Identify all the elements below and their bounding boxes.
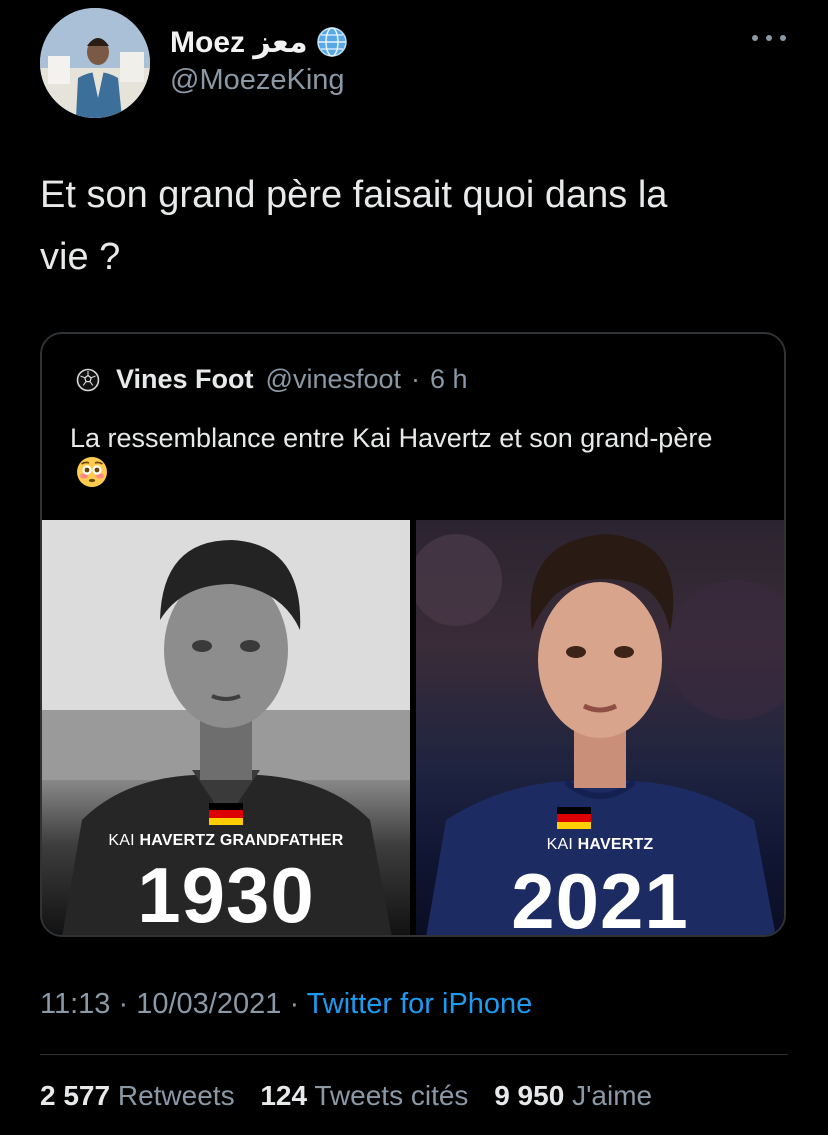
tweet-stats: 2 577 Retweets 124 Tweets cités 9 950 J'… [40, 1080, 670, 1112]
tweet-text: Et son grand père faisait quoi dans la v… [40, 174, 668, 278]
havertz-year: 2021 [511, 857, 689, 937]
flushed-face-emoji [76, 456, 108, 497]
grandfather-caption-prefix: KAI [108, 832, 135, 849]
tweet-date[interactable]: 10/03/2021 [136, 988, 281, 1020]
soccer-ball-icon[interactable] [76, 367, 100, 392]
tweet-time[interactable]: 11:13 [40, 988, 110, 1020]
retweets-stat[interactable]: 2 577 Retweets [40, 1080, 242, 1111]
more-options-icon[interactable] [752, 28, 786, 48]
media-grid: KAI HAVERTZ GRANDFATHER 1930 KAI HAVERTZ… [42, 520, 784, 937]
quoted-tweet-card[interactable]: Vines Foot @vinesfoot · 6 h La ressembla… [40, 332, 786, 937]
quoted-tweet-text-block: La ressemblance entre Kai Havertz et son… [70, 420, 750, 497]
havertz-caption-prefix: KAI [546, 836, 573, 853]
retweets-count: 2 577 [40, 1080, 111, 1111]
grandfather-caption-bold: HAVERTZ GRANDFATHER [139, 832, 344, 849]
grandfather-year: 1930 [137, 851, 315, 937]
media-image-havertz[interactable]: KAI HAVERTZ 2021 [416, 520, 784, 937]
quoted-author-name[interactable]: Vines Foot [116, 364, 254, 395]
tweet-meta: 11:13 · 10/03/2021 · Twitter for iPhone [40, 988, 532, 1021]
likes-count: 9 950 [494, 1080, 565, 1111]
quotes-label: Tweets cités [314, 1080, 469, 1111]
divider [40, 1054, 788, 1055]
meta-separator: · [118, 988, 129, 1020]
media-image-grandfather[interactable]: KAI HAVERTZ GRANDFATHER 1930 [42, 520, 410, 937]
grandfather-caption: KAI HAVERTZ GRANDFATHER [42, 832, 410, 850]
author-handle[interactable]: @MoezeKing [170, 64, 345, 97]
author-name-row: Moez معز [170, 24, 348, 60]
german-flag-icon [557, 807, 591, 829]
quoted-separator: · [411, 364, 421, 394]
german-flag-icon [209, 803, 243, 825]
havertz-caption-bold: HAVERTZ [577, 836, 654, 853]
quoted-tweet-header: Vines Foot @vinesfoot · 6 h [76, 364, 468, 395]
avatar-photo [40, 8, 150, 118]
likes-stat[interactable]: 9 950 J'aime [494, 1080, 652, 1111]
author-display-name[interactable]: Moez معز [170, 25, 308, 60]
havertz-caption: KAI HAVERTZ [416, 836, 784, 854]
quoted-timestamp[interactable]: 6 h [430, 364, 468, 395]
tweet-source-link[interactable]: Twitter for iPhone [307, 988, 533, 1020]
retweets-label: Retweets [117, 1080, 235, 1111]
meta-separator-2: · [289, 988, 300, 1020]
quotes-stat[interactable]: 124 Tweets cités [260, 1080, 476, 1111]
quotes-count: 124 [260, 1080, 308, 1111]
quoted-tweet-text: La ressemblance entre Kai Havertz et son… [70, 423, 713, 453]
author-avatar[interactable] [40, 8, 150, 118]
likes-label: J'aime [572, 1080, 653, 1111]
quoted-author-handle[interactable]: @vinesfoot [266, 364, 401, 395]
globe-icon [316, 27, 347, 57]
